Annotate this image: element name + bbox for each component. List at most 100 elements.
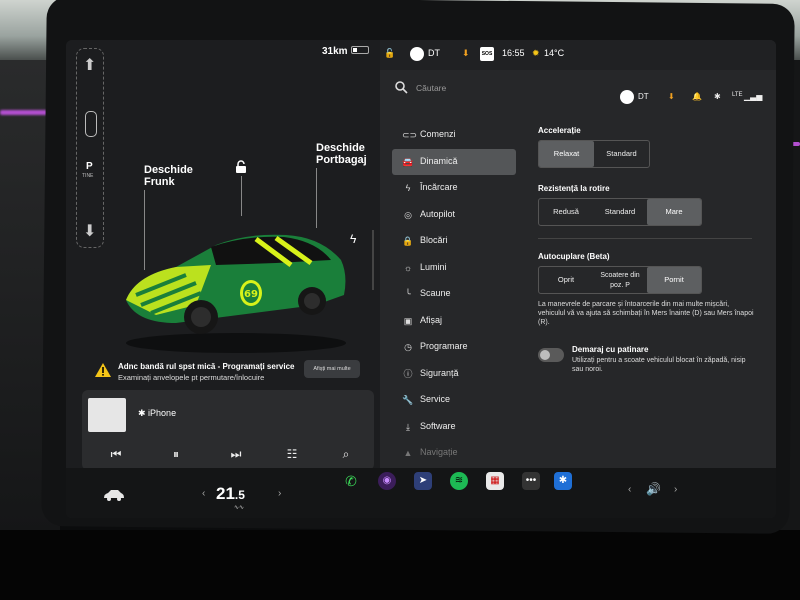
alert-title: Adnc bandă rul spst mică - Programați se… xyxy=(118,362,295,371)
nav-item-scaune[interactable]: ╰ Scaune xyxy=(392,281,516,308)
profile-name[interactable]: DT xyxy=(428,48,440,58)
settings-panel: 🔓 DT ⬇ SOS 16:55 ✹ 14°C DT ⬇ 🔔 ✱ LTE ▁▃▅ xyxy=(380,40,776,468)
nav-label: Scaune xyxy=(420,288,451,298)
download-icon[interactable]: ⬇ xyxy=(668,92,675,101)
scroll-indicator xyxy=(372,230,374,290)
arrow-up-icon[interactable]: ⬆ xyxy=(83,55,96,75)
sun-icon: ✹ xyxy=(532,48,540,58)
settings-search[interactable] xyxy=(394,80,594,98)
media-player[interactable]: ✱ iPhone ⏮ ⏸ ⏭ ☷ ⌕ xyxy=(82,390,374,470)
display-icon: ▣ xyxy=(403,315,413,326)
autohold-option-pornit[interactable]: Pornit xyxy=(647,267,701,293)
search-input[interactable] xyxy=(416,80,566,96)
profile-avatar[interactable] xyxy=(620,90,634,104)
phone-icon[interactable]: ✆ xyxy=(342,472,360,490)
volume-up-button[interactable]: › xyxy=(674,484,677,495)
temp-increase-button[interactable]: › xyxy=(278,488,281,499)
nav-item-programare[interactable]: ◷ Programare xyxy=(392,334,516,361)
download-icon[interactable]: ⬇ xyxy=(462,48,470,59)
car-number-decal: 69 xyxy=(244,289,258,300)
slip-start-toggle[interactable] xyxy=(538,348,564,362)
autohold-option-scoatere[interactable]: Scoatere din poz. P xyxy=(593,267,647,293)
seat-heater-icon[interactable]: ∿∿ xyxy=(234,504,244,511)
open-trunk-button[interactable]: Deschide Portbagaj xyxy=(316,142,367,166)
bluetooth-app-icon[interactable]: ✱ xyxy=(554,472,572,490)
media-source: ✱ iPhone xyxy=(138,408,176,419)
temp-decrease-button[interactable]: ‹ xyxy=(202,488,205,499)
lock-icon: 🔒 xyxy=(402,236,414,246)
range-readout: 31km xyxy=(322,46,348,57)
temp-whole: 21 xyxy=(216,484,235,503)
profile-name[interactable]: DT xyxy=(638,92,649,101)
navigation-icon: ▲ xyxy=(403,448,413,458)
next-track-icon[interactable]: ⏭ xyxy=(226,444,246,464)
bell-icon[interactable]: 🔔 xyxy=(692,92,702,101)
dashboard-bottom xyxy=(0,530,800,600)
lock-status-icon[interactable]: 🔓 xyxy=(384,48,395,59)
rolling-option-redusa[interactable]: Redusă xyxy=(539,199,593,225)
bluetooth-icon[interactable]: ✱ xyxy=(714,92,721,101)
rolling-option-standard[interactable]: Standard xyxy=(593,199,647,225)
previous-track-icon[interactable]: ⏮ xyxy=(106,444,126,464)
nav-label: Navigație xyxy=(420,447,458,457)
rolling-resistance-selector: Redusă Standard Mare xyxy=(538,198,702,226)
equalizer-icon[interactable]: ☷ xyxy=(282,444,302,464)
acceleration-option-relaxat[interactable]: Relaxat xyxy=(539,141,594,167)
autohold-option-oprit[interactable]: Oprit xyxy=(539,267,593,293)
signal-icon: ▁▃▅ xyxy=(744,92,763,101)
volume-down-button[interactable]: ‹ xyxy=(628,484,631,495)
nav-item-service[interactable]: 🔧 Service xyxy=(392,387,516,414)
clock-icon: ◷ xyxy=(404,342,412,352)
nav-item-navigatie[interactable]: ▲ Navigație xyxy=(392,440,516,467)
acceleration-option-standard[interactable]: Standard xyxy=(594,141,649,167)
spotify-icon[interactable]: ≋ xyxy=(450,472,468,490)
album-art xyxy=(88,398,126,432)
search-icon[interactable]: ⌕ xyxy=(336,444,356,464)
nav-label: Încărcare xyxy=(420,182,458,192)
car-visualization-panel: 31km ⬆ P TINE ⬇ Deschide Frunk Deschide … xyxy=(66,40,380,470)
seat-icon: ╰ xyxy=(405,289,411,299)
nav-item-incarcare[interactable]: ϟ Încărcare xyxy=(392,175,516,202)
nav-item-autopilot[interactable]: ◎ Autopilot xyxy=(392,202,516,229)
settings-nav: ⊂⊃ Comenzi 🚘 Dinamică ϟ Încărcare ◎ Autopilo… xyxy=(392,122,522,467)
alert-more-button[interactable]: Afișți mai multe xyxy=(304,360,360,378)
car-top-icon xyxy=(85,111,97,137)
media-source-label: iPhone xyxy=(148,408,177,418)
nav-label: Programare xyxy=(420,341,468,351)
gear-selector[interactable]: ⬆ P TINE ⬇ xyxy=(76,48,104,248)
service-alert[interactable]: Adnc bandă rul spst mică - Programați se… xyxy=(94,358,366,386)
wrench-icon: 🔧 xyxy=(402,395,414,405)
lock-icon[interactable] xyxy=(234,160,248,174)
camera-app-icon[interactable]: ◉ xyxy=(378,472,396,490)
nav-label: Comenzi xyxy=(420,129,456,139)
rolling-resistance-title: Rezistență la rotire xyxy=(538,184,610,193)
outside-temperature: 14°C xyxy=(544,48,565,58)
nav-item-dinamica[interactable]: 🚘 Dinamică xyxy=(392,148,516,175)
open-frunk-button[interactable]: Deschide Frunk xyxy=(144,164,193,188)
download-icon: ⤓ xyxy=(406,421,410,432)
pause-icon[interactable]: ⏸ xyxy=(166,444,186,464)
nav-item-software[interactable]: ⤓ Software xyxy=(392,414,516,441)
nav-item-afisaj[interactable]: ▣ Afișaj xyxy=(392,308,516,335)
sos-icon[interactable]: SOS xyxy=(480,47,494,61)
calendar-icon[interactable]: ▦ xyxy=(486,472,504,490)
navigation-app-icon[interactable]: ➤ xyxy=(414,472,432,490)
nav-item-lumini[interactable]: ☼ Lumini xyxy=(392,255,516,282)
nav-item-blocari[interactable]: 🔒 Blocări xyxy=(392,228,516,255)
volume-icon[interactable]: 🔊 xyxy=(646,482,661,496)
toggle-icon: ⊂⊃ xyxy=(402,130,418,140)
status-bar: 🔓 DT ⬇ SOS 16:55 ✹ 14°C xyxy=(380,40,776,70)
more-apps-icon[interactable]: ••• xyxy=(522,472,540,490)
sun-icon: ☼ xyxy=(403,262,413,273)
media-controls: ⏮ ⏸ ⏭ ☷ ⌕ xyxy=(82,440,374,470)
rolling-option-mare[interactable]: Mare xyxy=(647,199,701,225)
autohold-description: La manevrele de parcare și întoarcerile … xyxy=(538,301,754,326)
nav-label: Siguranță xyxy=(420,367,459,378)
cabin-temperature[interactable]: 21.5 xyxy=(216,484,245,504)
arrow-down-icon[interactable]: ⬇ xyxy=(83,221,96,241)
car-icon[interactable] xyxy=(102,488,126,502)
nav-item-comenzi[interactable]: ⊂⊃ Comenzi xyxy=(392,122,516,149)
nav-item-siguranta[interactable]: ⓘ Siguranță xyxy=(392,361,516,388)
profile-avatar[interactable] xyxy=(410,47,424,61)
autohold-selector: Oprit Scoatere din poz. P Pornit xyxy=(538,266,702,294)
